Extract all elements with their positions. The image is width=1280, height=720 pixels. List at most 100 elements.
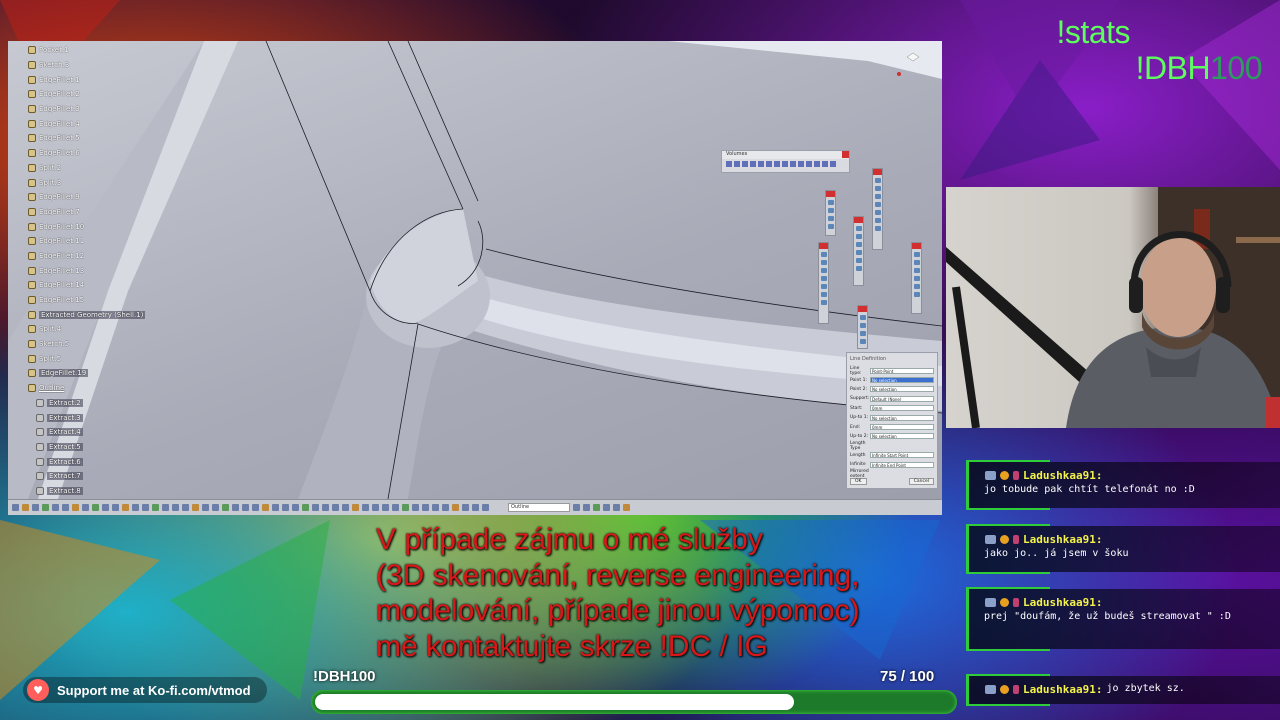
- tool-icon[interactable]: [142, 504, 149, 511]
- tool-icon[interactable]: [272, 504, 279, 511]
- dialog-field[interactable]: Infinite Infinite End Point: [850, 460, 934, 469]
- tool-icon[interactable]: [152, 504, 159, 511]
- tool-icon[interactable]: [392, 504, 399, 511]
- tool-icon[interactable]: [232, 504, 239, 511]
- tool-icon[interactable]: [172, 504, 179, 511]
- dialog-field[interactable]: Start: 0mm: [850, 404, 934, 413]
- tool-icon[interactable]: [573, 504, 580, 511]
- tool-icon[interactable]: [623, 504, 630, 511]
- tool-icon[interactable]: [830, 161, 836, 167]
- dialog-field[interactable]: Support: Default (None): [850, 394, 934, 403]
- tree-item[interactable]: EdgeFillet.10: [28, 219, 158, 234]
- tool-icon[interactable]: [192, 504, 199, 511]
- tool-icon[interactable]: [442, 504, 449, 511]
- tool-icon[interactable]: [798, 161, 804, 167]
- close-icon[interactable]: [912, 243, 921, 249]
- tree-item[interactable]: EdgeFillet.1: [28, 72, 158, 87]
- ok-button[interactable]: OK: [850, 478, 867, 485]
- dialog-field[interactable]: Line type: Point-Point: [850, 366, 934, 376]
- bottom-toolbar[interactable]: Outline: [8, 499, 942, 515]
- tree-item[interactable]: Extract.7: [28, 469, 158, 484]
- tool-icon[interactable]: [750, 161, 756, 167]
- tree-item[interactable]: Extracted Geometry (Shell.1): [28, 307, 158, 322]
- dialog-field[interactable]: Length Infinite Start Point: [850, 451, 934, 460]
- tool-icon[interactable]: [790, 161, 796, 167]
- tree-item[interactable]: EdgeFillet.19: [28, 366, 158, 381]
- tool-icon[interactable]: [593, 504, 600, 511]
- line-definition-dialog[interactable]: Line Definition Line type: Point-Point Poi…: [846, 352, 938, 489]
- tool-icon[interactable]: [282, 504, 289, 511]
- close-icon[interactable]: [858, 306, 867, 312]
- tool-icon[interactable]: [122, 504, 129, 511]
- dialog-field[interactable]: Up-to 1: No selection: [850, 413, 934, 422]
- status-field[interactable]: Outline: [508, 503, 570, 512]
- specification-tree[interactable]: Pocket.1 Sketch.3 EdgeFillet.1 EdgeFillet.2…: [8, 41, 158, 495]
- field-value[interactable]: 0mm: [870, 424, 934, 431]
- field-value[interactable]: Infinite End Point: [870, 461, 934, 468]
- tree-item[interactable]: EdgeFillet.4: [28, 116, 158, 131]
- tool-icon[interactable]: [422, 504, 429, 511]
- tree-item[interactable]: EdgeFillet.5: [28, 131, 158, 146]
- tool-icon[interactable]: [222, 504, 229, 511]
- tool-icon[interactable]: [322, 504, 329, 511]
- tool-icon[interactable]: [342, 504, 349, 511]
- vertical-toolbar[interactable]: [853, 216, 864, 286]
- tool-icon[interactable]: [482, 504, 489, 511]
- tool-icon[interactable]: [472, 504, 479, 511]
- tree-item[interactable]: Pocket.1: [28, 43, 158, 58]
- dialog-field[interactable]: Length Type: [850, 441, 934, 451]
- tool-icon[interactable]: [332, 504, 339, 511]
- tool-icon[interactable]: [12, 504, 19, 511]
- vertical-toolbar[interactable]: [825, 190, 836, 236]
- tree-item[interactable]: Sketch.3: [28, 58, 158, 73]
- tool-icon[interactable]: [112, 504, 119, 511]
- tool-icon[interactable]: [726, 161, 732, 167]
- dialog-field[interactable]: Point 1: No selection: [850, 375, 934, 384]
- vertical-toolbar[interactable]: [818, 242, 829, 324]
- tool-icon[interactable]: [766, 161, 772, 167]
- close-icon[interactable]: [854, 217, 863, 223]
- tool-icon[interactable]: [92, 504, 99, 511]
- tree-item[interactable]: Extract.4: [28, 425, 158, 440]
- tool-icon[interactable]: [42, 504, 49, 511]
- tree-item[interactable]: EdgeFillet.2: [28, 87, 158, 102]
- tool-icon[interactable]: [102, 504, 109, 511]
- tool-icon[interactable]: [362, 504, 369, 511]
- tool-icon[interactable]: [252, 504, 259, 511]
- dialog-field[interactable]: End: 0mm: [850, 422, 934, 431]
- tool-icon[interactable]: [734, 161, 740, 167]
- tool-icon[interactable]: [32, 504, 39, 511]
- tool-icon[interactable]: [202, 504, 209, 511]
- cad-window[interactable]: Pocket.1 Sketch.3 EdgeFillet.1 EdgeFillet.2…: [8, 41, 942, 515]
- tree-item[interactable]: EdgeFillet.12: [28, 249, 158, 264]
- tool-icon[interactable]: [402, 504, 409, 511]
- field-value[interactable]: Infinite Start Point: [870, 452, 934, 459]
- tool-icon[interactable]: [814, 161, 820, 167]
- tree-item[interactable]: Extract.3: [28, 410, 158, 425]
- tree-item[interactable]: EdgeFillet.11: [28, 234, 158, 249]
- tool-icon[interactable]: [774, 161, 780, 167]
- field-value[interactable]: No selection: [870, 414, 934, 421]
- tree-item[interactable]: Extract.8: [28, 484, 158, 499]
- tree-item[interactable]: EdgeFillet.13: [28, 263, 158, 278]
- tree-item[interactable]: Outline: [28, 381, 158, 396]
- close-icon[interactable]: [826, 191, 835, 197]
- tool-icon[interactable]: [62, 504, 69, 511]
- tree-item[interactable]: EdgeFillet.15: [28, 293, 158, 308]
- tool-icon[interactable]: [212, 504, 219, 511]
- tree-item[interactable]: EdgeFillet.3: [28, 102, 158, 117]
- tool-icon[interactable]: [302, 504, 309, 511]
- tool-icon[interactable]: [382, 504, 389, 511]
- close-icon[interactable]: [842, 151, 849, 158]
- tool-icon[interactable]: [22, 504, 29, 511]
- tool-icon[interactable]: [822, 161, 828, 167]
- tree-item[interactable]: EdgeFillet.9: [28, 190, 158, 205]
- tool-icon[interactable]: [262, 504, 269, 511]
- dialog-fields[interactable]: Line type: Point-Point Point 1: No selectio…: [850, 366, 934, 479]
- cancel-button[interactable]: Cancel: [908, 478, 934, 485]
- field-value[interactable]: No selection: [870, 386, 934, 393]
- tool-icon[interactable]: [352, 504, 359, 511]
- tool-icon[interactable]: [806, 161, 812, 167]
- vertical-toolbar[interactable]: [857, 305, 868, 349]
- vertical-toolbar[interactable]: [872, 168, 883, 250]
